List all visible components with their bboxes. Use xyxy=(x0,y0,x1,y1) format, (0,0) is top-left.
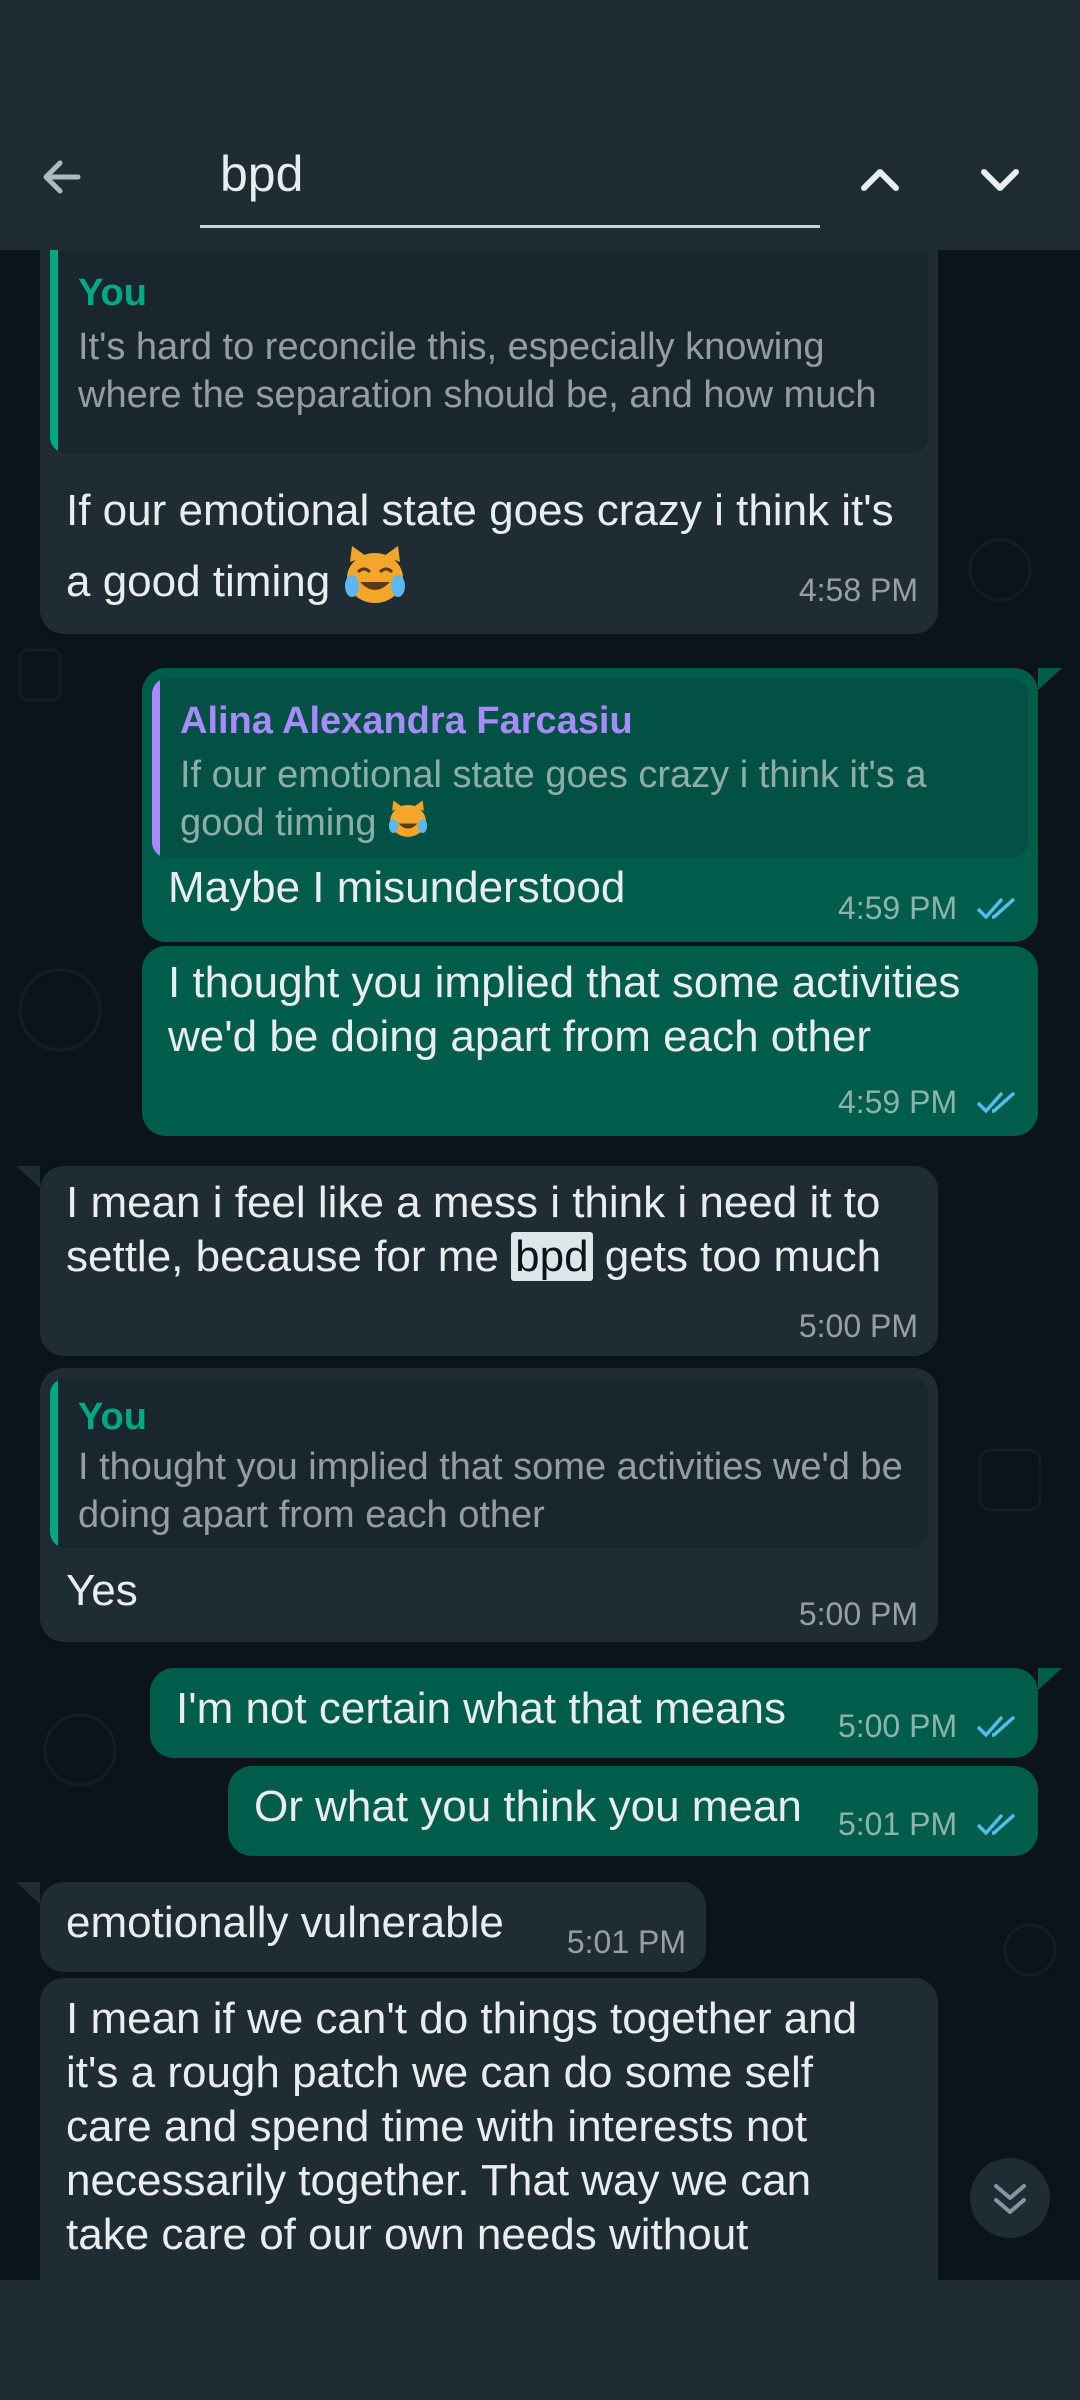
message-text: I mean if we can't do things together an… xyxy=(66,1994,858,2259)
message-text: emotionally vulnerable xyxy=(66,1898,504,1947)
navigation-bar xyxy=(0,2280,1080,2400)
quote-text-content: If our emotional state goes crazy i thin… xyxy=(180,754,927,845)
message-bubble-incoming[interactable]: You It's hard to reconcile this, especia… xyxy=(40,250,938,634)
message-time: 5:00 PM xyxy=(798,1596,918,1632)
message-bubble-incoming[interactable]: I mean i feel like a mess i think i need… xyxy=(40,1166,938,1356)
double-check-icon xyxy=(976,1086,1018,1123)
message-text: Yes xyxy=(66,1566,138,1615)
message-bubble-outgoing[interactable]: I thought you implied that some activiti… xyxy=(142,946,1038,1136)
cat-tears-of-joy-icon xyxy=(387,799,429,851)
time-label: 5:01 PM xyxy=(837,1806,958,1842)
message-time: 4:58 PM xyxy=(798,572,918,608)
search-bar: bpd xyxy=(0,100,1080,250)
message-text-after: gets too much xyxy=(592,1232,882,1281)
chat-area[interactable]: You It's hard to reconcile this, especia… xyxy=(0,250,1080,2280)
quoted-message[interactable]: Alina Alexandra Farcasiu If our emotiona… xyxy=(152,678,1028,858)
search-query: bpd xyxy=(220,146,304,202)
quoted-message[interactable]: You I thought you implied that some acti… xyxy=(50,1378,928,1548)
arrow-left-icon[interactable] xyxy=(32,147,92,207)
quote-text: I thought you implied that some activiti… xyxy=(78,1446,903,1536)
message-text-content: If our emotional state goes crazy i thin… xyxy=(66,486,894,607)
quote-text: If our emotional state goes crazy i thin… xyxy=(180,751,1000,851)
double-check-icon xyxy=(976,892,1018,929)
cat-tears-of-joy-icon xyxy=(342,544,408,625)
message-time: 5:01 PM xyxy=(838,1806,1018,1845)
status-bar xyxy=(0,0,1080,100)
chevron-up-icon[interactable] xyxy=(850,150,910,210)
bubble-tail xyxy=(16,1166,40,1188)
time-label: 4:59 PM xyxy=(837,1084,958,1120)
message-bubble-incoming[interactable]: emotionally vulnerable 5:01 PM xyxy=(40,1882,706,1972)
message-text: I'm not certain what that means xyxy=(176,1684,787,1733)
bubble-tail xyxy=(1038,668,1062,690)
message-time: 4:59 PM xyxy=(838,1084,1018,1123)
quote-bar xyxy=(152,678,160,858)
message-time: 5:01 PM xyxy=(566,1924,686,1960)
message-bubble-incoming[interactable]: I mean if we can't do things together an… xyxy=(40,1978,938,2280)
message-bubble-outgoing[interactable]: Alina Alexandra Farcasiu If our emotiona… xyxy=(142,668,1038,942)
time-label: 5:00 PM xyxy=(837,1708,958,1744)
message-time: 4:59 PM xyxy=(838,890,1018,929)
message-time: 5:00 PM xyxy=(838,1708,1018,1747)
message-bubble-outgoing[interactable]: Or what you think you mean 5:01 PM xyxy=(228,1766,1038,1856)
bubble-tail xyxy=(16,1882,40,1904)
message-text: If our emotional state goes crazy i thin… xyxy=(66,478,906,625)
message-text: I thought you implied that some activiti… xyxy=(168,958,961,1061)
chevron-down-icon[interactable] xyxy=(970,150,1030,210)
quote-author: You xyxy=(78,272,147,314)
message-text: Or what you think you mean xyxy=(254,1782,802,1831)
double-check-icon xyxy=(976,1808,1018,1845)
quoted-message[interactable]: You It's hard to reconcile this, especia… xyxy=(50,250,928,453)
scroll-to-bottom-button[interactable] xyxy=(970,2158,1050,2238)
quote-bar xyxy=(50,250,58,453)
search-highlight: bpd xyxy=(511,1232,593,1281)
quote-bar xyxy=(50,1378,58,1548)
quote-text: It's hard to reconcile this, especially … xyxy=(78,326,877,416)
quote-author: Alina Alexandra Farcasiu xyxy=(180,700,633,742)
message-bubble-outgoing[interactable]: I'm not certain what that means 5:00 PM xyxy=(150,1668,1038,1758)
message-text: I mean i feel like a mess i think i need… xyxy=(66,1176,936,1284)
bubble-tail xyxy=(1038,1668,1062,1690)
message-bubble-incoming[interactable]: You I thought you implied that some acti… xyxy=(40,1368,938,1642)
message-text: Maybe I misunderstood xyxy=(168,863,626,912)
double-check-icon xyxy=(976,1710,1018,1747)
quote-author: You xyxy=(78,1396,147,1438)
message-time: 5:00 PM xyxy=(798,1308,918,1344)
time-label: 4:59 PM xyxy=(837,890,958,926)
search-input[interactable]: bpd xyxy=(200,135,820,228)
double-chevron-down-icon xyxy=(994,2184,1026,2214)
